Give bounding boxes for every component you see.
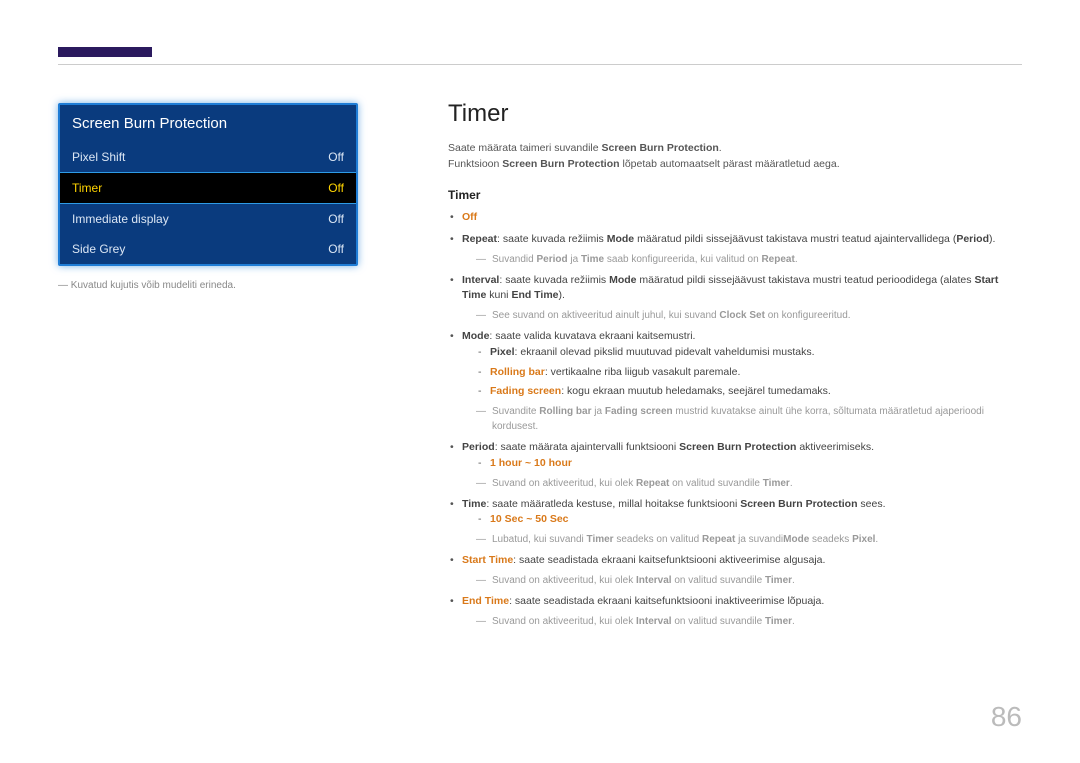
subsection-heading: Timer [448,188,1022,202]
menu-label: Timer [72,181,102,195]
opt-mode-rolling-bar: Rolling bar: vertikaalne riba liigub vas… [490,365,1022,381]
menu-screenshot: Screen Burn Protection Pixel Shift Off T… [58,103,358,266]
menu-value: Off [328,242,344,256]
menu-label: Side Grey [72,242,125,256]
opt-end-time: End Time: saate seadistada ekraani kaits… [462,594,1022,629]
left-column: Screen Burn Protection Pixel Shift Off T… [58,103,358,291]
time-range: 10 Sec ~ 50 Sec [490,512,1022,528]
period-range: 1 hour ~ 10 hour [490,456,1022,472]
menu-row-timer: Timer Off [59,172,357,204]
note: Suvandite Rolling bar ja Fading screen m… [476,404,1022,434]
opt-interval: Interval: saate kuvada režiimis Mode mää… [462,273,1022,324]
intro-line-1: Saate määrata taimeri suvandile Screen B… [448,142,1022,154]
note: Suvand on aktiveeritud, kui olek Interva… [476,573,1022,588]
section-heading: Timer [448,100,1022,128]
menu-label: Immediate display [72,212,169,226]
menu-row-immediate-display: Immediate display Off [60,204,356,234]
option-list: Off Repeat: saate kuvada režiimis Mode m… [448,210,1022,629]
right-column: Timer Saate määrata taimeri suvandile Sc… [448,100,1022,635]
image-footnote: Kuvatud kujutis võib mudeliti erineda. [58,280,358,291]
page-number: 86 [991,701,1022,733]
opt-mode: Mode: saate valida kuvatava ekraani kait… [462,329,1022,434]
opt-mode-fading-screen: Fading screen: kogu ekraan muutub heleda… [490,384,1022,400]
menu-row-pixel-shift: Pixel Shift Off [60,142,356,172]
top-rule [58,64,1022,65]
menu-label: Pixel Shift [72,150,125,164]
note: Suvandid Period ja Time saab konfigureer… [476,252,1022,267]
note: Suvand on aktiveeritud, kui olek Interva… [476,614,1022,629]
opt-time: Time: saate määratleda kestuse, millal h… [462,497,1022,548]
menu-value: Off [328,212,344,226]
intro-line-2: Funktsioon Screen Burn Protection lõpeta… [448,158,1022,170]
opt-period: Period: saate määrata ajaintervalli funk… [462,440,1022,491]
menu-value: Off [328,181,344,195]
opt-start-time: Start Time: saate seadistada ekraani kai… [462,553,1022,588]
note: See suvand on aktiveeritud ainult juhul,… [476,308,1022,323]
menu-title: Screen Burn Protection [60,105,356,142]
opt-mode-pixel: Pixel: ekraanil olevad pikslid muutuvad … [490,345,1022,361]
opt-off: Off [462,210,1022,226]
chapter-marker [58,47,152,57]
menu-row-side-grey: Side Grey Off [60,234,356,264]
opt-repeat: Repeat: saate kuvada režiimis Mode määra… [462,232,1022,267]
note: Lubatud, kui suvandi Timer seadeks on va… [476,532,1022,547]
note: Suvand on aktiveeritud, kui olek Repeat … [476,476,1022,491]
menu-value: Off [328,150,344,164]
